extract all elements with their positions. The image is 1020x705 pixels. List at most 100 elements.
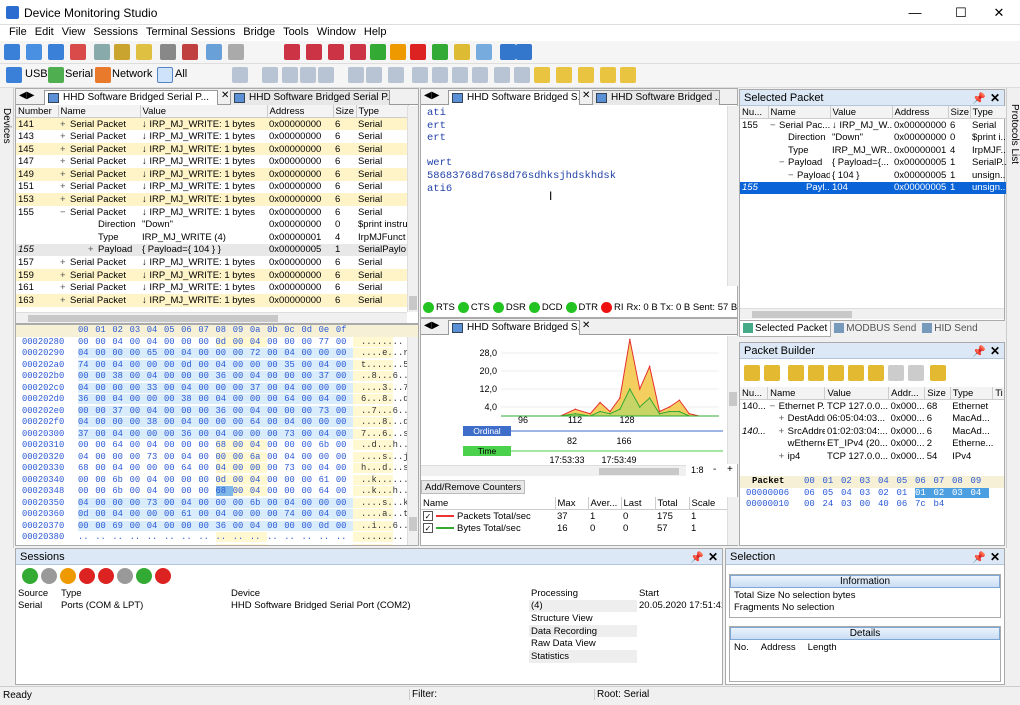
hex-byte[interactable]: ..	[336, 544, 353, 546]
hex-byte[interactable]: 00	[301, 428, 319, 439]
hex-byte[interactable]: 00	[163, 359, 182, 370]
counter-col-header[interactable]: Aver...	[588, 497, 622, 511]
hex-byte[interactable]: 04	[147, 440, 164, 450]
filter-tool-3-icon[interactable]	[282, 67, 298, 83]
hex-byte[interactable]: 00	[335, 509, 353, 519]
hex-byte[interactable]: 00	[164, 463, 181, 473]
hex-byte[interactable]: 04	[318, 428, 336, 439]
toolbar-tool-4-icon[interactable]	[70, 44, 86, 60]
filter-tool-2-icon[interactable]	[262, 67, 278, 83]
packet_builder-row[interactable]: wEtherne...ET_IPv4 (20...0x000...2 Ethern…	[740, 437, 1004, 450]
toolbar-tool-3-icon[interactable]	[48, 44, 64, 60]
packets-col-header[interactable]: Number	[16, 105, 59, 119]
hex-byte[interactable]: 04	[215, 463, 233, 473]
terminal-tab-close-icon[interactable]: ✕	[582, 90, 590, 101]
session-tool-3-icon[interactable]	[60, 568, 76, 584]
hex-byte[interactable]: 00	[78, 520, 96, 531]
packet-hex-row[interactable]: 00000010 00 24 03 00 40 06 7c b4	[740, 499, 1004, 510]
hex-byte[interactable]: ..	[130, 544, 147, 546]
hex-byte[interactable]: 00	[301, 452, 318, 462]
sessions-col-header[interactable]: Start	[637, 587, 722, 600]
hex-byte[interactable]: 00	[232, 371, 250, 381]
hex-byte[interactable]: 65	[146, 348, 164, 358]
hex-byte[interactable]: 04	[249, 440, 268, 450]
hex-byte[interactable]: 00	[163, 371, 182, 381]
terminal-tab-arrows[interactable]: ◀▶	[424, 90, 439, 101]
hex-byte[interactable]: 00	[267, 394, 285, 404]
hex-byte[interactable]: 04	[78, 348, 96, 358]
hex-byte[interactable]: 36	[215, 405, 233, 416]
add-remove-counters-button[interactable]: Add/Remove Counters	[421, 480, 526, 494]
hex-byte[interactable]: 00	[78, 440, 95, 450]
filter-tool-17-icon[interactable]	[578, 67, 594, 83]
hex-byte[interactable]: 00	[163, 394, 182, 404]
packet_builder-col-header[interactable]: Nu...	[740, 387, 769, 401]
hex-byte[interactable]: 00	[301, 520, 319, 531]
hex-byte[interactable]: 00	[318, 497, 336, 508]
hex-byte[interactable]: 00	[146, 394, 164, 404]
hex-byte[interactable]: ..	[181, 532, 198, 542]
bottom-tab-modbus-send[interactable]: MODBUS Send	[831, 321, 919, 336]
expand-toggle-icon[interactable]: +	[779, 426, 788, 437]
hex-byte[interactable]: 00	[232, 509, 250, 519]
hex-byte[interactable]: 00	[198, 382, 216, 393]
minimize-button[interactable]: —	[892, 0, 938, 25]
hex-byte[interactable]: 00	[232, 382, 250, 393]
hex-byte[interactable]: 37	[249, 382, 268, 393]
hex-byte[interactable]: 00	[301, 475, 318, 485]
hex-byte[interactable]: 00	[78, 405, 96, 416]
hex-byte[interactable]: 00	[198, 463, 215, 473]
filter-tool-18-icon[interactable]	[600, 67, 616, 83]
expand-toggle-icon[interactable]: +	[60, 270, 70, 281]
toolbar-tool-7-icon[interactable]	[136, 44, 152, 60]
hex-byte[interactable]: 00	[95, 452, 112, 462]
session-tool-4-icon[interactable]	[79, 568, 95, 584]
builder-tool-4-icon[interactable]	[808, 365, 824, 381]
expand-toggle-icon[interactable]: +	[60, 194, 70, 205]
packet-row[interactable]: 155− Serial Packet ↓ IRP_MJ_WRITE: 1 bytes…	[16, 206, 408, 219]
stats-tab-close-icon[interactable]: ✕	[582, 320, 590, 331]
toolbar-tool-9-icon[interactable]	[182, 44, 198, 60]
session-tool-8-icon[interactable]	[155, 568, 171, 584]
expand-toggle-icon[interactable]: −	[788, 170, 797, 181]
hex-byte[interactable]: 00	[335, 497, 353, 508]
packet-row[interactable]: 159 + Serial Packet ↓ IRP_MJ_WRITE: 1 bytes…	[16, 268, 408, 282]
hex-byte[interactable]: ..	[147, 544, 164, 546]
session-processing-item[interactable]: Raw Data View	[529, 637, 637, 650]
hex-byte[interactable]: 6b	[319, 440, 336, 450]
hex-byte[interactable]: 00	[215, 348, 233, 358]
hex-byte[interactable]: 00	[267, 428, 285, 439]
hex-byte[interactable]: 00	[335, 428, 353, 439]
packets-hscroll[interactable]	[16, 312, 407, 323]
hex-byte[interactable]: 00	[130, 463, 147, 473]
hex-byte[interactable]: 04	[284, 417, 302, 427]
hex-byte[interactable]: 00	[267, 348, 285, 358]
hex-row[interactable]: 000202d0 36 00 04 00 00 00 38 00 04 00 00 00 64 00 04 00…	[16, 394, 418, 406]
hex-byte[interactable]: 04	[215, 359, 233, 370]
hex-byte[interactable]: 61	[181, 509, 199, 519]
hex-byte[interactable]: 00	[164, 337, 181, 347]
hex-byte[interactable]: 00	[336, 452, 353, 462]
hex-byte[interactable]: 04	[112, 337, 129, 347]
hex-byte[interactable]: 00	[198, 440, 215, 450]
hex-byte[interactable]: 00	[129, 428, 147, 439]
hex-byte[interactable]: 36	[215, 371, 233, 381]
packet_builder-col-header[interactable]: Type	[950, 387, 994, 401]
hex-byte[interactable]: 64	[112, 440, 129, 450]
packet-hex-byte[interactable]: 7c	[915, 499, 934, 509]
toolbar-tool-8-icon[interactable]	[160, 44, 176, 60]
hex-byte[interactable]: 00	[267, 337, 284, 347]
close-icon[interactable]: ✕	[990, 344, 1000, 358]
counter-col-header[interactable]: Name	[421, 497, 556, 511]
hex-row[interactable]: 00020390................................…	[16, 543, 418, 546]
hex-byte[interactable]: 00	[163, 348, 182, 358]
hex-row[interactable]: 000202b0 00 00 38 00 04 00 00 00 36 00 04 00 00 00 37 00…	[16, 371, 418, 383]
hex-byte[interactable]: 00	[249, 394, 268, 404]
hex-byte[interactable]: ..	[284, 544, 301, 546]
hex-byte[interactable]: 00	[267, 382, 285, 393]
hex-byte[interactable]: 00	[112, 382, 130, 393]
sessions-col-header[interactable]: Device	[229, 587, 529, 600]
hex-byte[interactable]: 00	[130, 337, 147, 347]
packet_builder-row[interactable]: + ip4 TCP 127.0.0... 0x000... 54 IPv4	[740, 450, 1004, 463]
hex-byte[interactable]: ..	[78, 532, 95, 542]
